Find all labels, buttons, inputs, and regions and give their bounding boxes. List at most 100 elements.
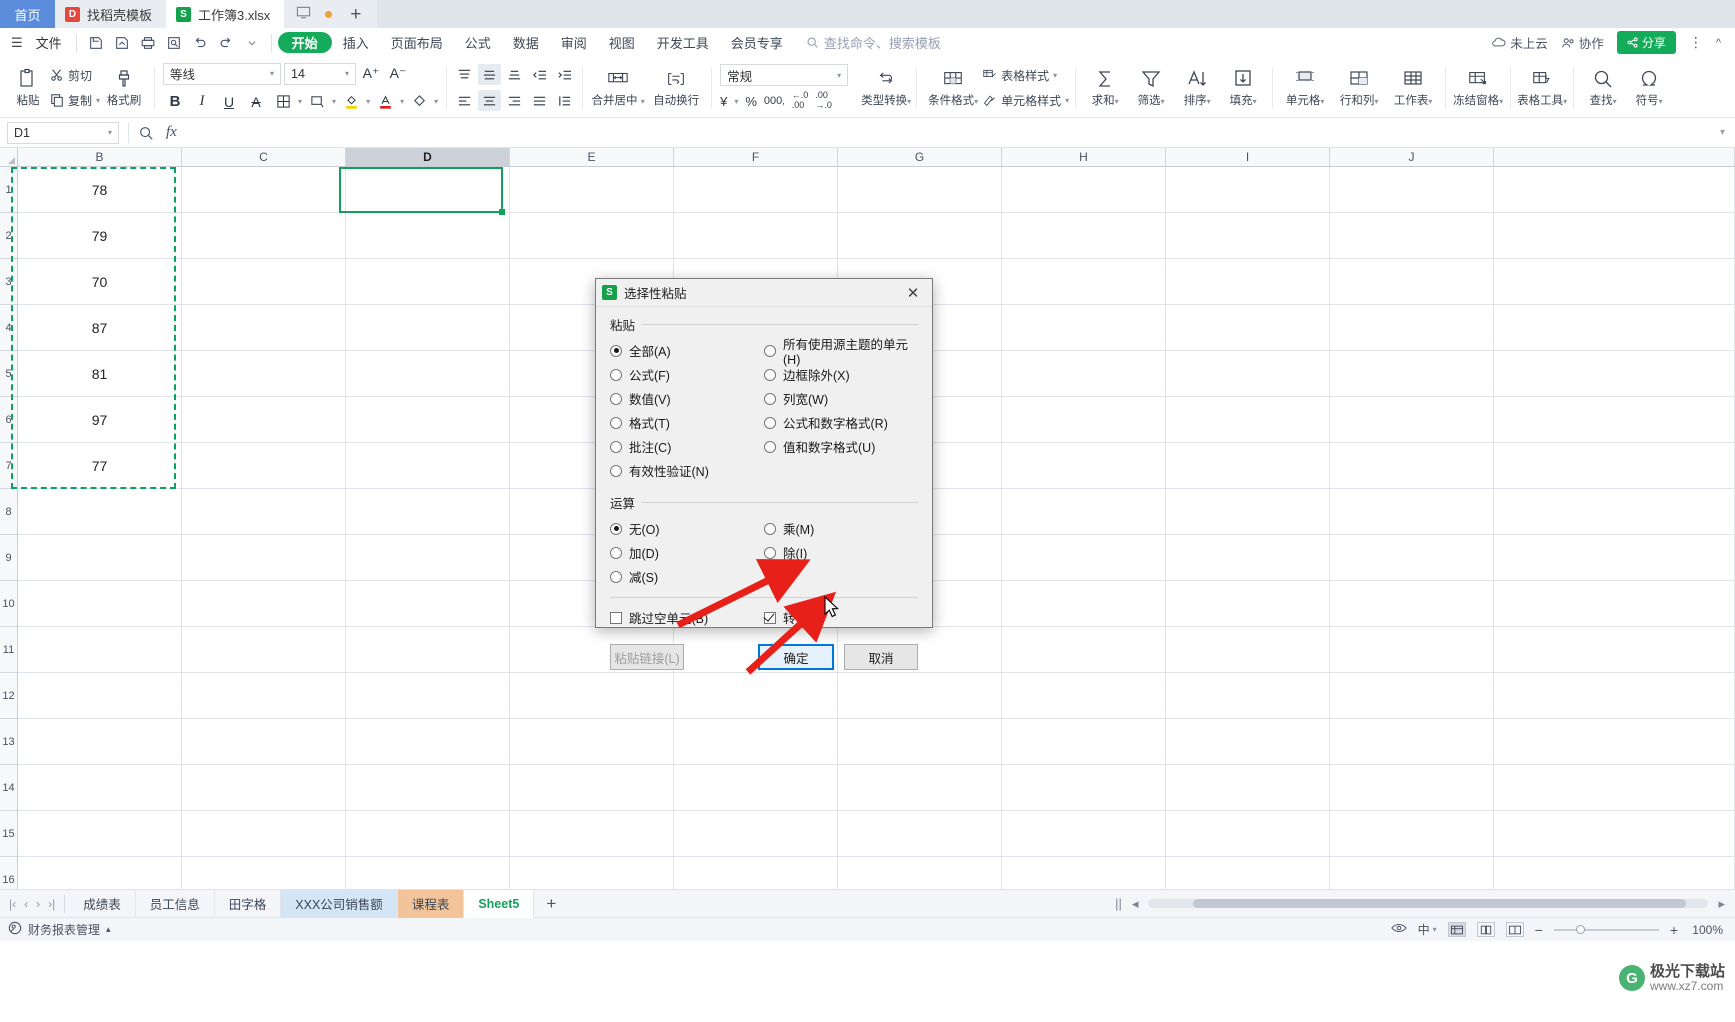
grid-cell[interactable]	[1330, 581, 1494, 626]
grid-cell[interactable]	[346, 259, 510, 304]
chevron-down-icon[interactable]: ▾	[1374, 97, 1378, 106]
grid-cell[interactable]	[674, 811, 838, 856]
save-icon[interactable]	[83, 31, 109, 55]
radio-icon[interactable]	[610, 570, 622, 583]
grid-cell[interactable]	[1166, 443, 1330, 488]
undo-icon[interactable]	[187, 31, 213, 55]
zoom-search-icon[interactable]	[138, 125, 154, 141]
grid-cell[interactable]	[838, 765, 1002, 810]
radio-icon[interactable]	[764, 546, 776, 559]
table-tools-button[interactable]: 表格工具▾	[1511, 68, 1573, 108]
chevron-down-icon[interactable]: ▾	[270, 69, 274, 78]
grid-cell[interactable]	[1330, 719, 1494, 764]
grid-cell[interactable]	[346, 765, 510, 810]
grid-cell[interactable]	[1494, 259, 1735, 304]
chevron-down-icon[interactable]: ▾	[974, 97, 978, 106]
radio-icon[interactable]	[610, 464, 622, 477]
justify-button[interactable]	[528, 90, 551, 111]
symbol-button[interactable]: 符号▾	[1626, 68, 1672, 108]
grid-cell[interactable]	[18, 535, 182, 580]
radio-icon[interactable]	[764, 416, 776, 429]
zoom-level-label[interactable]: 100%	[1689, 923, 1723, 937]
home-tab[interactable]: 首页	[0, 0, 55, 28]
chevron-down-icon[interactable]: ▾	[1499, 97, 1503, 106]
clear-format-button[interactable]	[407, 91, 431, 113]
grid-cell[interactable]	[1494, 857, 1735, 889]
grid-cell[interactable]	[1494, 213, 1735, 258]
grid-cell[interactable]	[838, 673, 1002, 718]
first-sheet-icon[interactable]: |‹	[6, 897, 19, 911]
grid-cell[interactable]	[182, 581, 346, 626]
row-header[interactable]: 16	[0, 857, 17, 889]
conditional-format-button[interactable]: 条件格式▾	[923, 68, 983, 108]
grid-cell[interactable]: 87	[18, 305, 182, 350]
decrease-indent-button[interactable]	[528, 64, 551, 85]
row-header[interactable]: 15	[0, 811, 17, 857]
grid-cell[interactable]	[1494, 719, 1735, 764]
column-header-C[interactable]: C	[182, 148, 346, 166]
chevron-down-icon[interactable]: ▾	[1065, 96, 1069, 105]
grid-cell[interactable]	[1002, 581, 1166, 626]
radio-icon[interactable]	[764, 440, 776, 453]
grid-cell[interactable]	[838, 213, 1002, 258]
grid-cell[interactable]	[182, 811, 346, 856]
grid-cell[interactable]	[1166, 213, 1330, 258]
monitor-icon[interactable]	[296, 5, 311, 23]
hamburger-icon[interactable]: ☰	[6, 35, 28, 51]
chevron-down-icon[interactable]: ▾	[1053, 71, 1057, 80]
align-middle-button[interactable]	[478, 64, 502, 85]
grid-cell[interactable]	[182, 535, 346, 580]
menu-item-page-layout[interactable]: 页面布局	[380, 28, 454, 58]
zoom-in-button[interactable]: +	[1670, 922, 1678, 938]
worksheet-button[interactable]: 工作表▾	[1387, 68, 1439, 108]
find-button[interactable]: 查找▾	[1580, 68, 1626, 108]
column-header-J[interactable]: J	[1330, 148, 1494, 166]
chevron-down-icon[interactable]: ▾	[734, 97, 738, 106]
table-style-button[interactable]: 表格样式 ▾	[983, 65, 1069, 85]
prev-sheet-icon[interactable]: ‹	[21, 897, 31, 911]
print-icon[interactable]	[135, 31, 161, 55]
chevron-down-icon[interactable]: ▾	[345, 69, 349, 78]
chevron-down-icon[interactable]: ▾	[837, 71, 841, 80]
report-manager-label[interactable]: 财务报表管理	[28, 921, 100, 938]
radio-icon[interactable]	[764, 368, 776, 381]
radio-icon[interactable]	[764, 344, 776, 357]
grid-cell[interactable]	[18, 581, 182, 626]
checkbox-icon[interactable]	[764, 611, 776, 624]
grid-cell[interactable]	[182, 673, 346, 718]
operation-option-divide[interactable]: 除(I)	[764, 542, 918, 563]
cell-style-button[interactable]: 单元格样式 ▾	[983, 90, 1069, 110]
sheet-tab-chengjibiao[interactable]: 成绩表	[69, 889, 136, 918]
column-header-G[interactable]: G	[838, 148, 1002, 166]
chevron-down-icon[interactable]: ▾	[400, 97, 404, 106]
chevron-down-icon[interactable]: ▾	[366, 97, 370, 106]
paste-option-validation[interactable]: 有效性验证(N)	[610, 460, 764, 481]
close-icon[interactable]: ✕	[900, 280, 926, 306]
grid-cell[interactable]	[1002, 765, 1166, 810]
paste-link-button[interactable]: 粘贴链接(L)	[610, 644, 684, 670]
grid-cell[interactable]	[18, 765, 182, 810]
grid-cell[interactable]	[1494, 397, 1735, 442]
grid-cell[interactable]	[1002, 489, 1166, 534]
grid-cell[interactable]	[1330, 765, 1494, 810]
operation-option-multiply[interactable]: 乘(M)	[764, 518, 918, 539]
grid-cell[interactable]	[510, 719, 674, 764]
grid-cell[interactable]	[18, 489, 182, 534]
grid-cell[interactable]	[1002, 719, 1166, 764]
paste-option-value-number-format[interactable]: 值和数字格式(U)	[764, 436, 918, 457]
grid-cell[interactable]	[1166, 535, 1330, 580]
grid-cell[interactable]	[1494, 443, 1735, 488]
radio-icon[interactable]	[610, 440, 622, 453]
ribbon-collapse-icon[interactable]: ^	[1716, 37, 1721, 49]
grid-cell[interactable]: 97	[18, 397, 182, 442]
scroll-left-icon[interactable]: ◂	[1132, 896, 1139, 912]
grid-cell[interactable]	[1166, 397, 1330, 442]
radio-icon[interactable]	[764, 522, 776, 535]
grid-cell[interactable]	[1166, 167, 1330, 212]
grid-cell[interactable]	[510, 811, 674, 856]
paste-option-col-width[interactable]: 列宽(W)	[764, 388, 918, 409]
chevron-down-icon[interactable]: ▾	[907, 97, 911, 106]
rows-columns-button[interactable]: 行和列▾	[1331, 68, 1387, 108]
grid-cell[interactable]	[18, 673, 182, 718]
menu-item-data[interactable]: 数据	[502, 28, 550, 58]
